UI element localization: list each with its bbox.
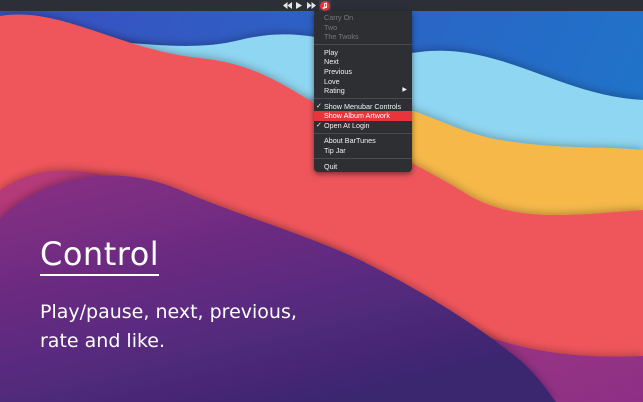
menu-item-next[interactable]: Next	[314, 57, 412, 67]
now-playing-album: Two	[314, 23, 412, 33]
feature-title: Control	[40, 236, 160, 276]
now-playing-artist: The Twoks	[314, 32, 412, 42]
menu-separator	[314, 98, 412, 100]
menu-item-next-label: Next	[324, 57, 339, 67]
menubar-controls	[281, 0, 331, 11]
menu-item-show-menubar-controls-label: Show Menubar Controls	[324, 101, 402, 111]
menu-item-rating-label: Rating	[324, 86, 345, 96]
submenu-arrow-icon: ▶	[402, 87, 407, 94]
menu-item-tip-jar[interactable]: Tip Jar	[314, 146, 412, 156]
menu-item-play-label: Play	[324, 47, 338, 57]
fast-forward-icon	[306, 2, 316, 9]
bartunes-dropdown-menu: Carry On Two The Twoks Play Next Previou…	[314, 11, 412, 172]
play-icon	[296, 2, 302, 9]
menu-separator	[314, 158, 412, 160]
menu-separator	[314, 44, 412, 46]
checkmark-icon: ✓	[316, 121, 322, 129]
menu-item-show-album-artwork[interactable]: Show Album Artwork	[314, 111, 412, 121]
checkmark-icon: ✓	[316, 102, 322, 110]
now-playing-track: Carry On	[314, 13, 412, 23]
bartunes-menubar-button[interactable]	[319, 0, 331, 11]
menu-item-show-menubar-controls[interactable]: ✓ Show Menubar Controls	[314, 102, 412, 112]
menu-item-quit-label: Quit	[324, 161, 338, 171]
play-button[interactable]	[293, 0, 305, 11]
menu-item-quit[interactable]: Quit	[314, 162, 412, 172]
menu-separator	[314, 133, 412, 135]
menu-item-love[interactable]: Love	[314, 77, 412, 87]
menu-item-about-label: About BarTunes	[324, 136, 376, 146]
fast-forward-button[interactable]	[305, 0, 317, 11]
menu-item-open-at-login-label: Open At Login	[324, 120, 370, 130]
menu-item-tip-jar-label: Tip Jar	[324, 146, 346, 156]
rewind-button[interactable]	[281, 0, 293, 11]
feature-description: Play/pause, next, previous, rate and lik…	[40, 301, 297, 352]
menu-item-previous-label: Previous	[324, 66, 352, 76]
menu-item-previous[interactable]: Previous	[314, 67, 412, 77]
menu-item-love-label: Love	[324, 76, 340, 86]
rewind-icon	[282, 2, 292, 9]
menu-bar	[0, 0, 643, 11]
now-playing-track-label: Carry On	[324, 13, 354, 22]
menu-item-rating[interactable]: Rating ▶	[314, 86, 412, 96]
now-playing-album-label: Two	[324, 22, 338, 32]
menu-item-play[interactable]: Play	[314, 48, 412, 58]
music-note-icon	[320, 0, 330, 11]
menu-item-about[interactable]: About BarTunes	[314, 136, 412, 146]
menu-item-show-album-artwork-label: Show Album Artwork	[324, 111, 390, 121]
menu-item-open-at-login[interactable]: ✓ Open At Login	[314, 121, 412, 131]
now-playing-artist-label: The Twoks	[324, 32, 359, 42]
